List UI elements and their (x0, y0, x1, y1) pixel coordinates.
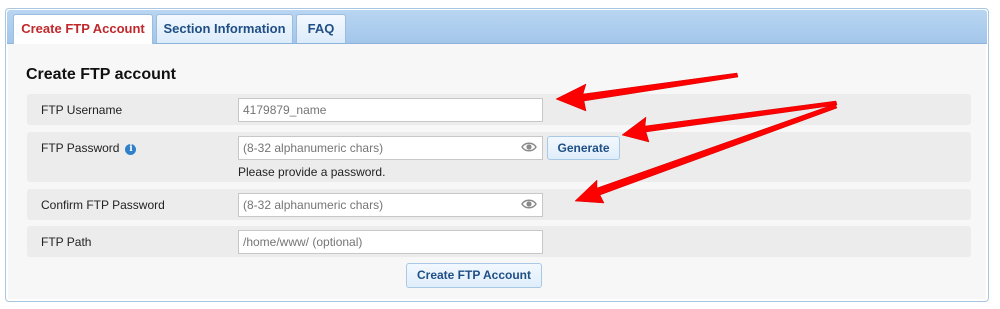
confirm-field-wrap (238, 193, 543, 217)
tab-section-information[interactable]: Section Information (156, 14, 293, 43)
password-row: FTP Password i Generate Please provide a … (27, 132, 971, 182)
username-label: FTP Username (41, 103, 123, 117)
generate-button[interactable]: Generate (547, 136, 620, 160)
path-label: FTP Path (41, 235, 92, 249)
eye-icon[interactable] (521, 197, 537, 211)
password-field-wrap (238, 136, 543, 160)
password-label: FTP Password (41, 141, 120, 155)
tab-bar: Create FTP Account Section Information F… (7, 10, 987, 44)
path-row: FTP Path (27, 226, 971, 257)
username-row: FTP Username (27, 94, 971, 125)
create-ftp-account-button[interactable]: Create FTP Account (406, 263, 542, 288)
password-hint: Please provide a password. (238, 165, 386, 179)
ftp-username-input[interactable] (238, 98, 543, 122)
password-label-wrap: FTP Password i (41, 141, 137, 155)
ftp-path-input[interactable] (238, 230, 543, 254)
form-area: Create FTP account FTP Username FTP Pass… (8, 44, 986, 299)
ftp-password-input[interactable] (238, 136, 543, 160)
confirm-row: Confirm FTP Password (27, 189, 971, 220)
page-title: Create FTP account (26, 66, 176, 83)
eye-icon[interactable] (521, 140, 537, 154)
tab-faq[interactable]: FAQ (296, 14, 346, 43)
tab-create-ftp-account[interactable]: Create FTP Account (13, 14, 153, 44)
ftp-panel: Create FTP Account Section Information F… (5, 8, 989, 302)
info-icon[interactable]: i (125, 144, 137, 155)
confirm-password-input[interactable] (238, 193, 543, 217)
confirm-label: Confirm FTP Password (41, 198, 165, 212)
